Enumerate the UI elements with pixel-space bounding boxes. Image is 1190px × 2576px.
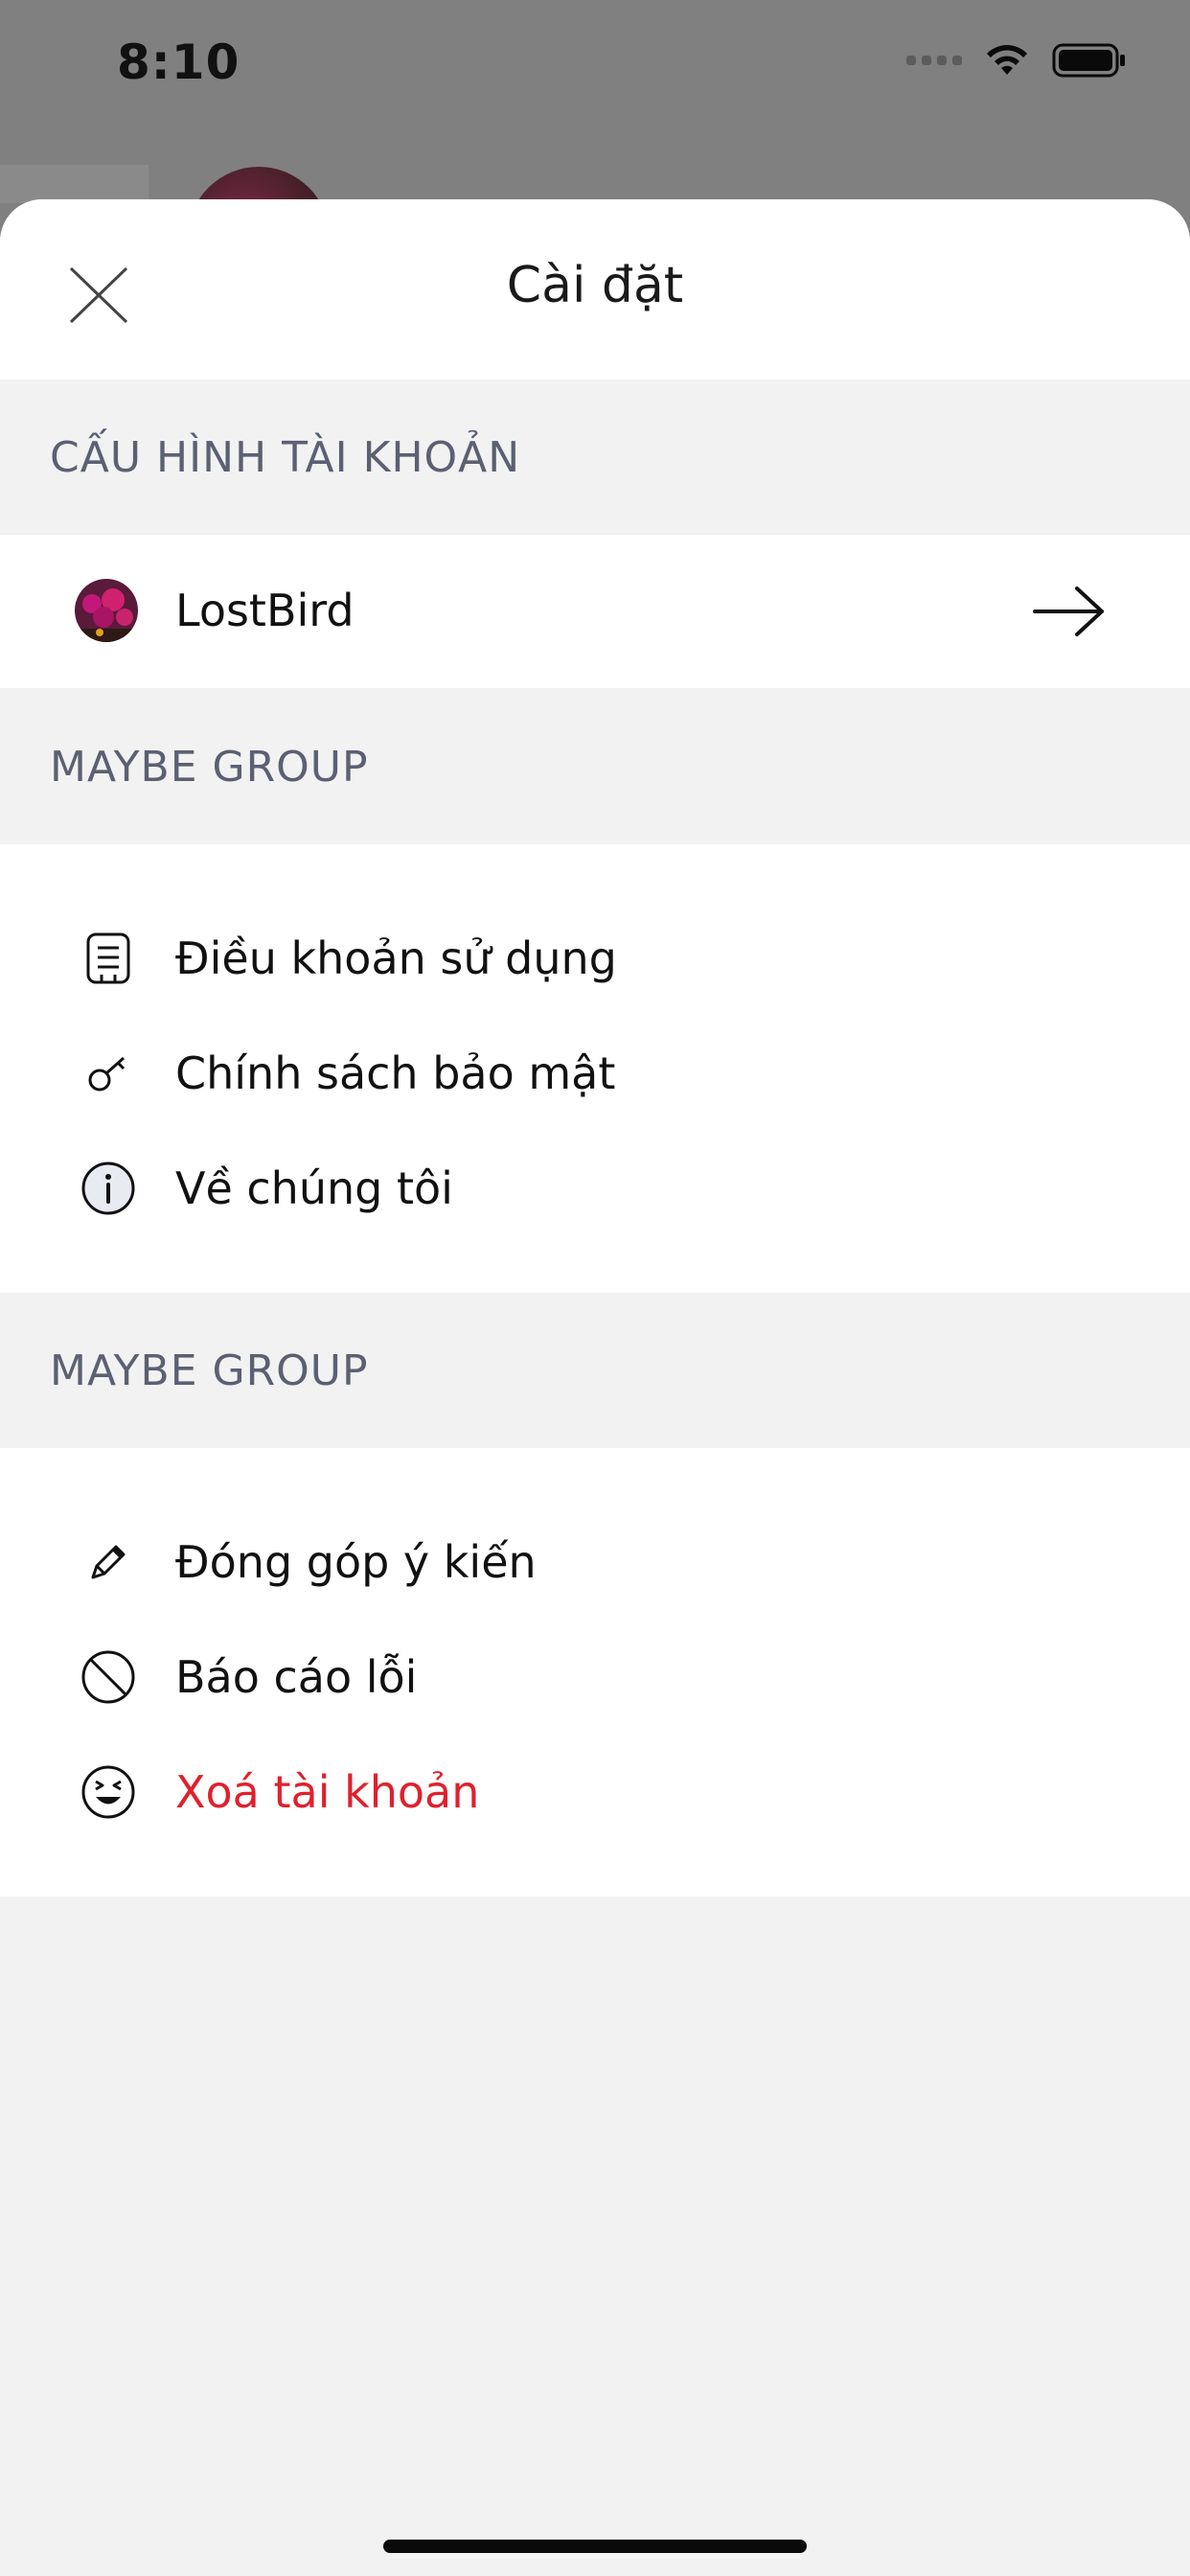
list-item-terms[interactable]: Điều khoản sử dụng xyxy=(0,906,1190,1011)
list-item-delete-account[interactable]: Xoá tài khoản xyxy=(0,1739,1190,1845)
key-icon xyxy=(77,1042,140,1105)
face-icon xyxy=(77,1760,140,1824)
list-item-label: Đóng góp ý kiến xyxy=(175,1536,537,1588)
status-time: 8:10 xyxy=(117,34,240,90)
background-tab xyxy=(0,165,149,203)
list-item-label: Về chúng tôi xyxy=(175,1162,453,1214)
home-indicator xyxy=(383,2540,807,2553)
document-icon xyxy=(77,927,140,990)
list-item-label: Điều khoản sử dụng xyxy=(175,932,617,984)
account-row[interactable]: LostBird xyxy=(0,535,1190,688)
block-icon xyxy=(77,1645,140,1709)
sheet-header: Cài đặt xyxy=(0,199,1190,380)
group-1-list: Điều khoản sử dụng Chính sách bảo mật Về… xyxy=(0,844,1190,1293)
group-2-list: Đóng góp ý kiến Báo cáo lỗi Xoá tài khoả… xyxy=(0,1448,1190,1897)
info-icon xyxy=(77,1157,140,1220)
page-title: Cài đặt xyxy=(506,257,684,314)
settings-sheet: Cài đặt CẤU HÌNH TÀI KHOẢN LostBird MAYB… xyxy=(0,199,1190,2576)
arrow-right-icon[interactable] xyxy=(1033,585,1106,638)
list-item-label: Chính sách bảo mật xyxy=(175,1047,616,1099)
list-item-privacy[interactable]: Chính sách bảo mật xyxy=(0,1021,1190,1126)
wifi-icon xyxy=(987,45,1027,75)
battery-icon xyxy=(1052,43,1125,78)
status-icons xyxy=(906,42,1127,79)
list-item-about[interactable]: Về chúng tôi xyxy=(0,1136,1190,1241)
status-bar: 8:10 xyxy=(0,0,1190,134)
cellular-signal-icon xyxy=(906,56,962,65)
list-item-feedback[interactable]: Đóng góp ý kiến xyxy=(0,1509,1190,1615)
section-label-group-1: MAYBE GROUP xyxy=(50,743,369,792)
section-label-account: CẤU HÌNH TÀI KHOẢN xyxy=(50,433,521,482)
list-item-report-bug[interactable]: Báo cáo lỗi xyxy=(0,1624,1190,1730)
pencil-icon xyxy=(77,1530,140,1594)
list-item-label: Báo cáo lỗi xyxy=(175,1651,418,1703)
list-item-label: Xoá tài khoản xyxy=(175,1766,480,1818)
section-label-group-2: MAYBE GROUP xyxy=(50,1346,369,1395)
avatar xyxy=(75,579,138,642)
account-name: LostBird xyxy=(175,585,355,636)
